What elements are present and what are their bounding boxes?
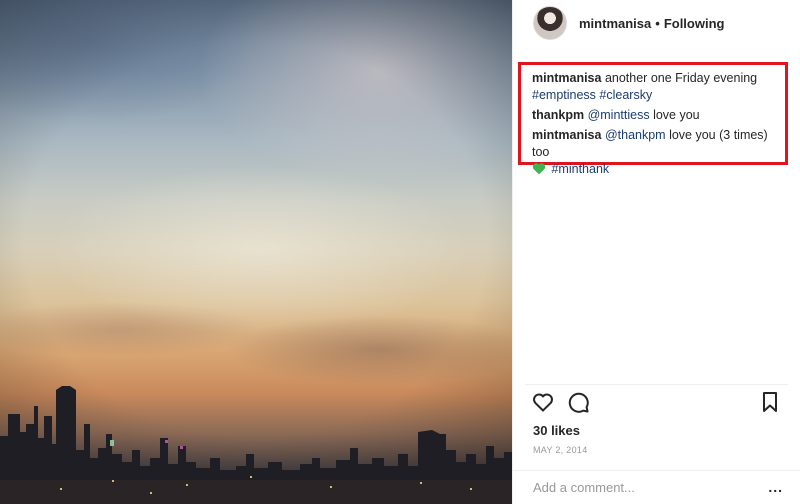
post-date[interactable]: MAY 2, 2014: [533, 445, 588, 455]
avatar[interactable]: [533, 6, 567, 40]
author-username[interactable]: mintmanisa: [579, 16, 651, 31]
comment-row: mintmanisa another one Friday evening #e…: [532, 70, 785, 104]
like-button[interactable]: [531, 390, 557, 416]
instagram-post: mintmanisa • Following 30 likes MAY 2, 201…: [0, 0, 800, 504]
hashtag-link[interactable]: #emptiness: [532, 88, 596, 102]
actions-divider: [525, 384, 788, 385]
comments-highlight-box: mintmanisa another one Friday evening #e…: [518, 62, 788, 176]
comment-username[interactable]: mintmanisa: [532, 71, 601, 85]
bookmark-button[interactable]: [758, 390, 784, 416]
green-heart-icon: [532, 163, 546, 175]
action-bar: [513, 390, 800, 418]
following-button[interactable]: Following: [664, 16, 725, 31]
more-icon[interactable]: ...: [768, 479, 783, 495]
comment-row: thankpm @minttiess love you: [532, 107, 785, 124]
city-skyline: [0, 386, 512, 504]
comment-button[interactable]: [566, 390, 592, 416]
mention-link[interactable]: @thankpm: [605, 128, 666, 142]
header-text: mintmanisa • Following: [579, 16, 724, 31]
comment-bar: ...: [513, 470, 800, 504]
comment-text: another one Friday evening: [604, 71, 758, 85]
header-separator: •: [655, 15, 660, 31]
hashtag-link[interactable]: #minthank: [551, 162, 609, 176]
mention-link[interactable]: @minttiess: [588, 108, 650, 122]
post-photo[interactable]: [0, 0, 512, 504]
likes-count[interactable]: 30 likes: [533, 423, 580, 438]
comment-row: mintmanisa @thankpm love you (3 times) t…: [532, 127, 785, 178]
bookmark-icon: [763, 392, 777, 412]
comment-input[interactable]: [533, 480, 753, 495]
heart-icon: [533, 393, 553, 412]
comment-username[interactable]: thankpm: [532, 108, 584, 122]
comment-username[interactable]: mintmanisa: [532, 128, 601, 142]
hashtag-link[interactable]: #clearsky: [599, 88, 652, 102]
comment-text: love you: [653, 108, 700, 122]
comment-icon: [568, 392, 589, 413]
post-header: mintmanisa • Following: [513, 0, 800, 46]
